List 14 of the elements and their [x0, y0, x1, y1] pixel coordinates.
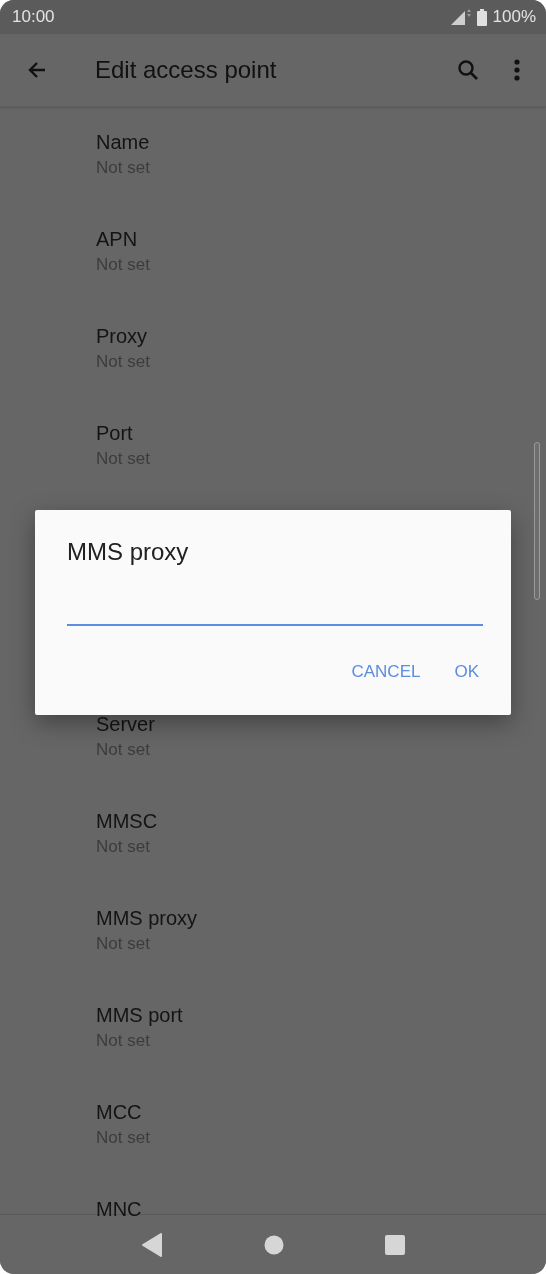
- screen-title: Edit access point: [95, 56, 278, 84]
- clock: 10:00: [12, 7, 55, 27]
- signal-icon: [450, 9, 471, 25]
- battery-icon: [476, 8, 487, 26]
- dialog-title: MMS proxy: [67, 538, 189, 566]
- battery-level: 100%: [492, 7, 536, 27]
- search-icon[interactable]: [456, 58, 480, 82]
- dialog-button[interactable]: CANCEL: [339, 656, 433, 688]
- dialog-button[interactable]: OK: [442, 656, 491, 688]
- back-icon[interactable]: [140, 1232, 163, 1257]
- setting-item[interactable]: MNC: [0, 1195, 546, 1223]
- more-options-icon[interactable]: [514, 59, 520, 81]
- home-icon[interactable]: [264, 1234, 284, 1255]
- recents-icon[interactable]: [385, 1234, 406, 1255]
